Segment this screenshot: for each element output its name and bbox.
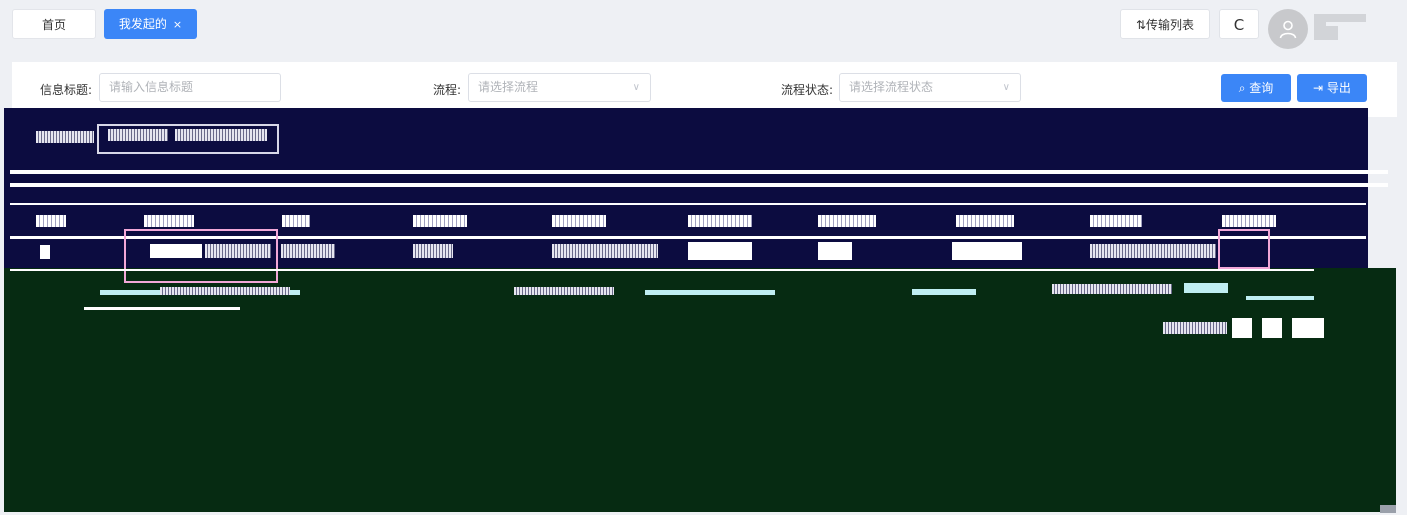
query-button[interactable]: ⌕ 查询 bbox=[1221, 74, 1291, 102]
query-button-label: 查询 bbox=[1249, 81, 1274, 95]
chevron-down-icon: ∨ bbox=[632, 82, 640, 93]
title-search-input[interactable]: 请输入信息标题 bbox=[99, 73, 281, 102]
title-filter-label: 信息标题: bbox=[40, 83, 93, 97]
chevron-down-icon: ∨ bbox=[1002, 82, 1010, 93]
close-icon[interactable]: × bbox=[173, 18, 182, 31]
export-icon: ⇥ bbox=[1313, 81, 1327, 95]
search-icon: ⌕ bbox=[1238, 81, 1250, 95]
process-select[interactable]: 请选择流程 ∨ bbox=[468, 73, 651, 102]
status-select[interactable]: 请选择流程状态 ∨ bbox=[839, 73, 1021, 102]
status-select-placeholder: 请选择流程状态 bbox=[849, 80, 934, 94]
process-select-placeholder: 请选择流程 bbox=[478, 80, 539, 94]
username-blurred[interactable] bbox=[1314, 14, 1366, 40]
tab-home[interactable]: 首页 bbox=[12, 9, 96, 39]
user-icon bbox=[1279, 20, 1297, 39]
top-tab-bar: 首页 我发起的 × ⇅传输列表 C bbox=[0, 0, 1407, 52]
tab-my-initiated-label: 我发起的 bbox=[118, 17, 167, 31]
status-filter-label: 流程状态: bbox=[781, 83, 834, 97]
sort-arrows-icon: ⇅ bbox=[1135, 18, 1147, 32]
process-filter-label: 流程: bbox=[433, 83, 462, 97]
table-divider bbox=[10, 269, 1314, 271]
table-divider bbox=[10, 170, 1388, 174]
table-divider bbox=[10, 183, 1388, 187]
glitched-lower-area bbox=[4, 268, 1396, 512]
table-divider bbox=[10, 203, 1366, 205]
title-search-placeholder: 请输入信息标题 bbox=[109, 80, 194, 94]
refresh-icon: C bbox=[1233, 16, 1245, 34]
export-button[interactable]: ⇥ 导出 bbox=[1297, 74, 1367, 102]
transfer-list-label: 传输列表 bbox=[1146, 18, 1195, 32]
scroll-corner bbox=[1380, 505, 1396, 513]
export-button-label: 导出 bbox=[1326, 81, 1351, 95]
tab-my-initiated[interactable]: 我发起的 × bbox=[104, 9, 197, 39]
tab-home-label: 首页 bbox=[41, 18, 66, 32]
avatar[interactable] bbox=[1268, 9, 1308, 49]
transfer-list-button[interactable]: ⇅传输列表 bbox=[1120, 9, 1210, 39]
refresh-button[interactable]: C bbox=[1219, 9, 1259, 39]
